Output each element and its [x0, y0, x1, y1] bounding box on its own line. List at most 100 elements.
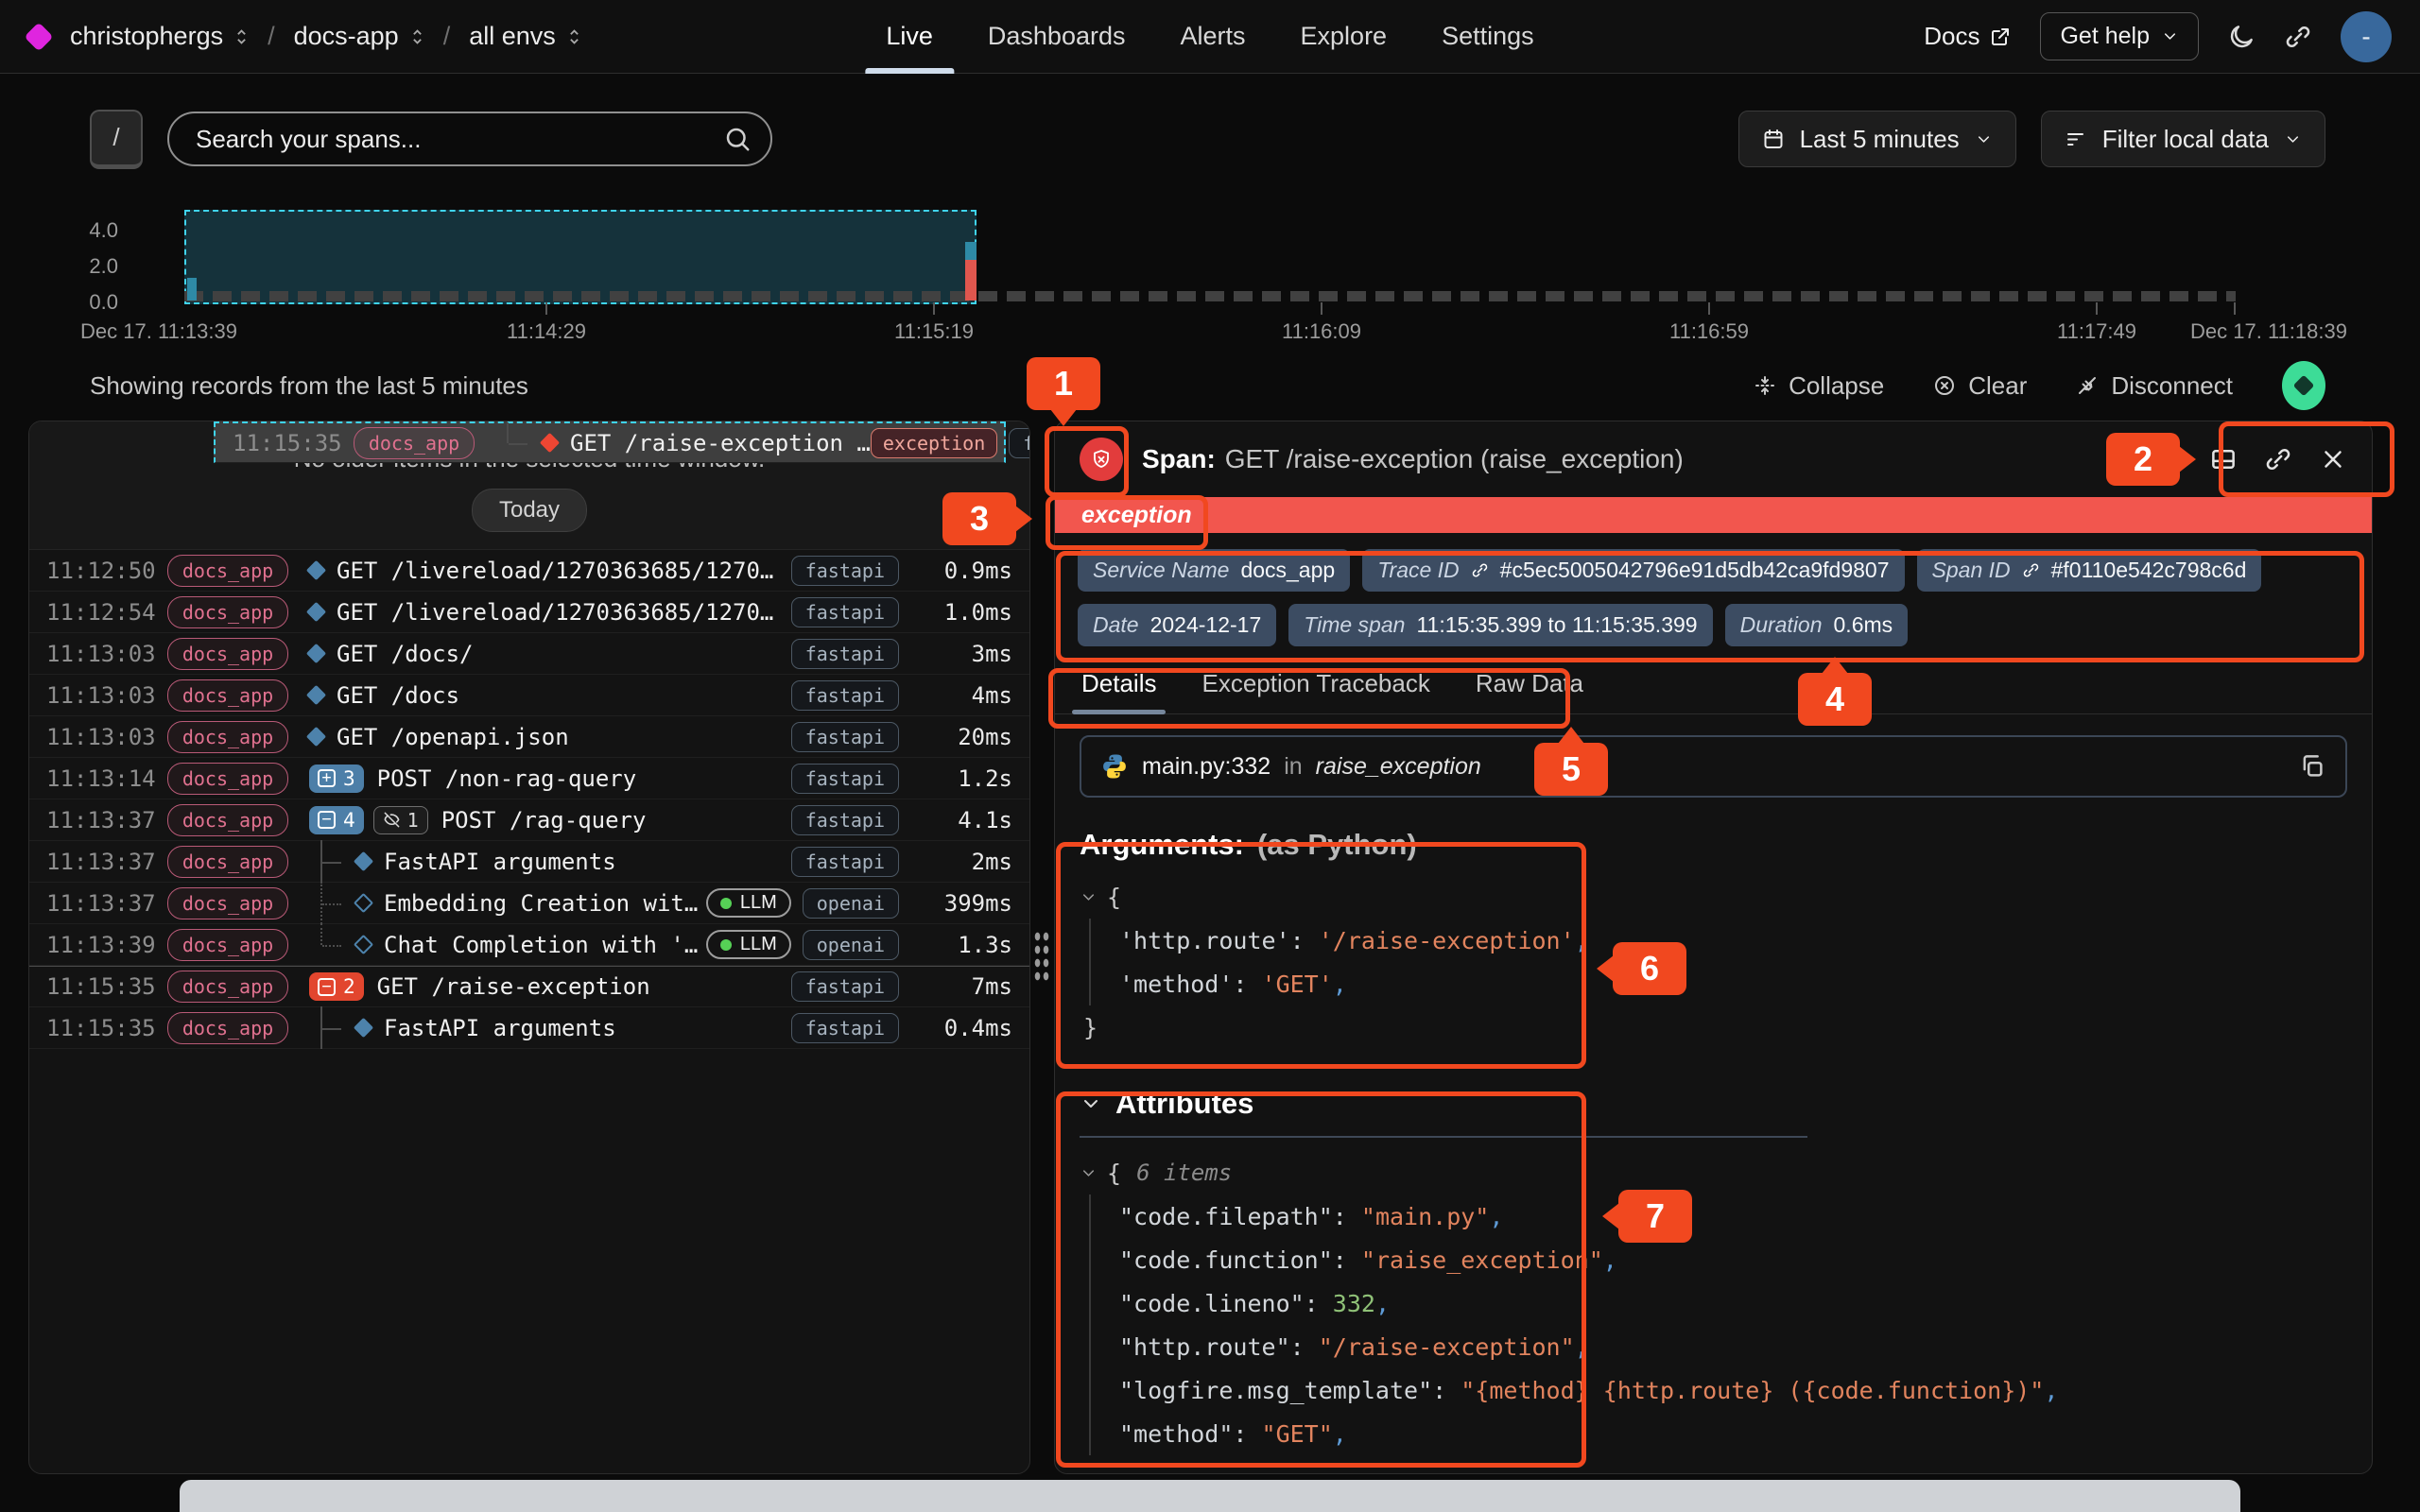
llm-tag-pill[interactable]: LLM — [706, 888, 791, 918]
timeline-chart[interactable]: 4.0 2.0 0.0 Dec 17. 11:13:39 11:14:29 11… — [0, 210, 2420, 361]
span-diamond-icon — [306, 602, 326, 622]
span-row[interactable]: 11:13:03 docs_app GET /docs fastapi 4ms — [29, 675, 1029, 716]
service-pill[interactable]: docs_app — [167, 846, 288, 878]
service-pill[interactable]: docs_app — [354, 427, 475, 459]
llm-tag-pill[interactable]: LLM — [706, 930, 791, 959]
scope-pill[interactable]: openai — [803, 930, 899, 960]
span-name: POST /non-rag-query — [377, 765, 637, 792]
collapse-children-badge-error[interactable]: 2 — [309, 972, 364, 1001]
live-connection-indicator[interactable] — [2282, 361, 2325, 410]
scope-pill[interactable]: fastapi — [791, 847, 899, 877]
disconnect-button[interactable]: Disconnect — [2076, 371, 2233, 401]
service-pill[interactable]: docs_app — [167, 929, 288, 961]
annotation-box-5 — [1048, 668, 1570, 729]
breadcrumb-env[interactable]: all envs — [469, 22, 556, 51]
collapse-button[interactable]: Collapse — [1754, 371, 1884, 401]
span-row[interactable]: 11:13:14 docs_app 3 POST /non-rag-query … — [29, 758, 1029, 799]
scope-pill[interactable]: fastapi — [791, 680, 899, 711]
filter-local-data-button[interactable]: Filter local data — [2041, 111, 2325, 167]
source-file[interactable]: main.py:332 — [1142, 753, 1270, 781]
breadcrumb-project[interactable]: docs-app — [294, 22, 399, 51]
span-row[interactable]: 11:13:03 docs_app GET /docs/ fastapi 3ms — [29, 633, 1029, 675]
search-input[interactable] — [167, 112, 772, 166]
tab-dashboards[interactable]: Dashboards — [988, 0, 1126, 74]
collapse-children-badge[interactable]: 4 — [309, 806, 364, 834]
scope-pill[interactable]: fastapi — [791, 639, 899, 669]
span-row-selected[interactable]: 11:15:35 docs_app GET /raise-exception …… — [214, 421, 1006, 463]
hidden-spans-pill[interactable]: 1 — [373, 806, 428, 834]
clear-button[interactable]: Clear — [1933, 371, 2027, 401]
service-pill[interactable]: docs_app — [167, 555, 288, 587]
tab-explore[interactable]: Explore — [1301, 0, 1388, 74]
span-duration: 7ms — [914, 973, 1012, 1000]
span-row[interactable]: 11:13:37 docs_app FastAPI arguments fast… — [29, 841, 1029, 883]
exception-pill[interactable]: exception — [871, 428, 997, 458]
span-row[interactable]: 11:15:35 docs_app 2 GET /raise-exception… — [29, 966, 1029, 1007]
tab-live[interactable]: Live — [886, 0, 933, 74]
scope-pill[interactable]: fastapi — [791, 597, 899, 627]
y-tick: 0.0 — [38, 290, 118, 315]
share-link-button[interactable] — [2284, 23, 2312, 51]
project-switcher-icon[interactable] — [410, 26, 424, 47]
panel-resize-handle[interactable] — [1033, 930, 1050, 983]
time-range-button[interactable]: Last 5 minutes — [1738, 111, 2016, 167]
service-pill[interactable]: docs_app — [167, 887, 288, 919]
service-pill[interactable]: docs_app — [167, 763, 288, 795]
scope-pill[interactable]: fastapi — [791, 1013, 899, 1043]
span-name: Chat Completion with '… — [384, 932, 698, 958]
expand-children-badge[interactable]: 3 — [309, 765, 364, 793]
span-row[interactable]: 11:13:03 docs_app GET /openapi.json fast… — [29, 716, 1029, 758]
today-button[interactable]: Today — [472, 489, 587, 532]
slash-shortcut-key[interactable]: / — [90, 110, 143, 169]
span-duration: 1.3s — [914, 932, 1012, 958]
get-help-button[interactable]: Get help — [2040, 12, 2199, 60]
span-time: 11:15:35 — [233, 430, 344, 456]
annotation-badge-5: 5 — [1534, 743, 1608, 796]
tab-alerts[interactable]: Alerts — [1180, 0, 1245, 74]
x-axis-label: Dec 17. 11:13:39 — [80, 319, 237, 344]
service-pill[interactable]: docs_app — [167, 721, 288, 753]
tab-settings[interactable]: Settings — [1442, 0, 1534, 74]
logfire-logo-icon[interactable] — [24, 22, 53, 51]
detail-title: Span:GET /raise-exception (raise_excepti… — [1142, 444, 1684, 474]
scope-pill[interactable]: fastapi — [791, 805, 899, 835]
service-pill[interactable]: docs_app — [167, 1012, 288, 1044]
span-list-panel: No older items in the selected time wind… — [28, 421, 1030, 1474]
service-pill[interactable]: docs_app — [167, 638, 288, 670]
service-pill[interactable]: docs_app — [167, 596, 288, 628]
search-toolbar: / Last 5 minutes Filter local data — [90, 112, 2325, 166]
scope-pill[interactable]: fastapi — [1009, 428, 1030, 458]
span-row[interactable]: 11:13:37 docs_app 4 1 POST /rag-query fa… — [29, 799, 1029, 841]
span-row[interactable]: 11:12:54 docs_app GET /livereload/127036… — [29, 592, 1029, 633]
span-row[interactable]: 11:13:37 docs_app Embedding Creation wit… — [29, 883, 1029, 924]
org-switcher-icon[interactable] — [234, 26, 249, 47]
annotation-box-2 — [2219, 421, 2394, 497]
service-pill[interactable]: docs_app — [167, 971, 288, 1003]
scope-pill[interactable]: fastapi — [791, 722, 899, 752]
scope-pill[interactable]: openai — [803, 888, 899, 919]
x-axis-tick — [1708, 302, 1710, 315]
scope-pill[interactable]: fastapi — [791, 764, 899, 794]
span-diamond-icon — [306, 727, 326, 747]
source-function: raise_exception — [1316, 753, 1481, 781]
breadcrumb-separator: / — [268, 22, 275, 51]
docs-link[interactable]: Docs — [1924, 22, 2012, 51]
user-avatar[interactable]: - — [2341, 11, 2392, 62]
span-diamond-hollow-icon — [354, 935, 373, 954]
span-row[interactable]: 11:12:50 docs_app GET /livereload/127036… — [29, 550, 1029, 592]
tree-connector — [320, 924, 347, 965]
copy-button[interactable] — [2298, 752, 2326, 781]
span-row[interactable]: 11:15:35 docs_app FastAPI arguments fast… — [29, 1007, 1029, 1049]
annotation-badge-1: 1 — [1027, 357, 1100, 410]
scope-pill[interactable]: fastapi — [791, 556, 899, 586]
chart-selection-window[interactable] — [184, 210, 977, 304]
dark-mode-toggle[interactable] — [2227, 23, 2256, 51]
span-name: FastAPI arguments — [384, 849, 616, 875]
service-pill[interactable]: docs_app — [167, 679, 288, 712]
breadcrumb-org[interactable]: christophergs — [70, 22, 223, 51]
status-bar: Showing records from the last 5 minutes … — [90, 361, 2325, 410]
service-pill[interactable]: docs_app — [167, 804, 288, 836]
scope-pill[interactable]: fastapi — [791, 971, 899, 1002]
env-switcher-icon[interactable] — [567, 26, 581, 47]
span-row[interactable]: 11:13:39 docs_app Chat Completion with '… — [29, 924, 1029, 966]
